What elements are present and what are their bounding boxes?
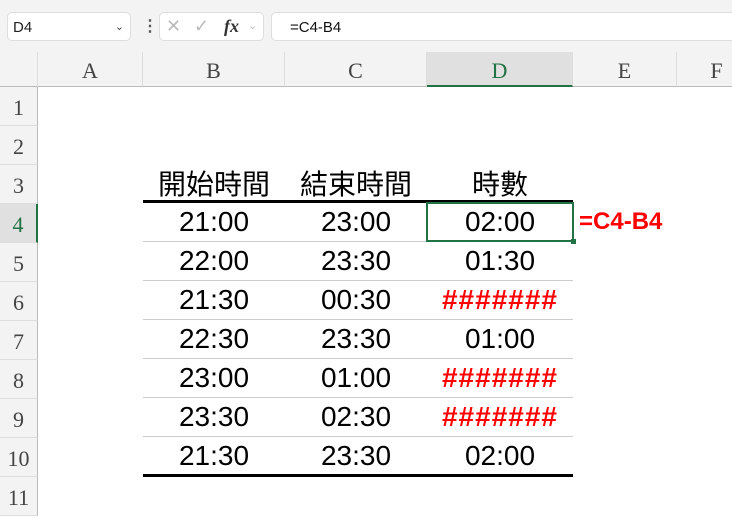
- column-header-A[interactable]: A: [38, 52, 143, 87]
- table-cell[interactable]: #######: [427, 397, 573, 436]
- table-cell[interactable]: 00:30: [285, 280, 427, 319]
- bottom-border: [143, 474, 573, 477]
- row-header-8[interactable]: 8: [0, 360, 38, 399]
- table-cell[interactable]: 23:30: [285, 241, 427, 280]
- fill-handle[interactable]: [571, 239, 576, 244]
- formula-annotation: =C4-B4: [579, 208, 663, 235]
- header-end-time[interactable]: 結束時間: [285, 165, 427, 204]
- enter-icon[interactable]: ✓: [194, 13, 209, 40]
- more-options-icon[interactable]: ⋮: [142, 16, 158, 36]
- column-header-B[interactable]: B: [143, 52, 285, 87]
- row-header-10[interactable]: 10: [0, 438, 38, 477]
- chevron-down-icon[interactable]: ⌄: [115, 13, 124, 42]
- column-header-E[interactable]: E: [573, 52, 677, 87]
- table-cell[interactable]: #######: [427, 358, 573, 397]
- table-cell[interactable]: 22:30: [143, 319, 285, 358]
- row-header-9[interactable]: 9: [0, 399, 38, 438]
- table-cell[interactable]: 23:00: [143, 358, 285, 397]
- cancel-icon[interactable]: ✕: [166, 13, 181, 40]
- table-cell[interactable]: #######: [427, 280, 573, 319]
- insert-function-icon[interactable]: fx: [224, 13, 239, 40]
- table-cell[interactable]: 22:00: [143, 241, 285, 280]
- row-header-11[interactable]: 11: [0, 477, 38, 516]
- name-box[interactable]: D4 ⌄: [7, 12, 131, 41]
- name-box-value: D4: [13, 19, 33, 36]
- chevron-down-icon[interactable]: ⌄: [248, 13, 257, 40]
- row-header-1[interactable]: 1: [0, 87, 38, 126]
- select-all-corner[interactable]: [0, 52, 38, 87]
- table-cell[interactable]: 01:00: [285, 358, 427, 397]
- table-cell[interactable]: 01:30: [427, 241, 573, 280]
- table-cell[interactable]: 23:30: [285, 436, 427, 475]
- row-header-3[interactable]: 3: [0, 165, 38, 204]
- row-header-4[interactable]: 4: [0, 204, 38, 243]
- table-cell[interactable]: 23:00: [285, 202, 427, 241]
- row-header-6[interactable]: 6: [0, 282, 38, 321]
- header-start-time[interactable]: 開始時間: [143, 165, 285, 204]
- table-cell[interactable]: 21:30: [143, 436, 285, 475]
- formula-buttons: ✕ ✓ fx ⌄: [159, 12, 264, 41]
- column-header-F[interactable]: F: [677, 52, 732, 87]
- table-cell[interactable]: 23:30: [285, 319, 427, 358]
- table-cell[interactable]: 02:00: [427, 436, 573, 475]
- active-cell-selection: [426, 202, 574, 242]
- formula-input[interactable]: =C4-B4: [271, 12, 732, 41]
- table-cell[interactable]: 02:30: [285, 397, 427, 436]
- table-cell[interactable]: 01:00: [427, 319, 573, 358]
- table-cell[interactable]: 23:30: [143, 397, 285, 436]
- table-cell[interactable]: 21:30: [143, 280, 285, 319]
- column-header-C[interactable]: C: [285, 52, 427, 87]
- row-header-5[interactable]: 5: [0, 243, 38, 282]
- column-header-D[interactable]: D: [427, 52, 573, 87]
- header-hours[interactable]: 時數: [427, 165, 573, 204]
- table-cell[interactable]: 21:00: [143, 202, 285, 241]
- row-header-7[interactable]: 7: [0, 321, 38, 360]
- row-header-2[interactable]: 2: [0, 126, 38, 165]
- formula-bar-area: D4 ⌄ ⋮ ✕ ✓ fx ⌄ =C4-B4: [0, 0, 732, 52]
